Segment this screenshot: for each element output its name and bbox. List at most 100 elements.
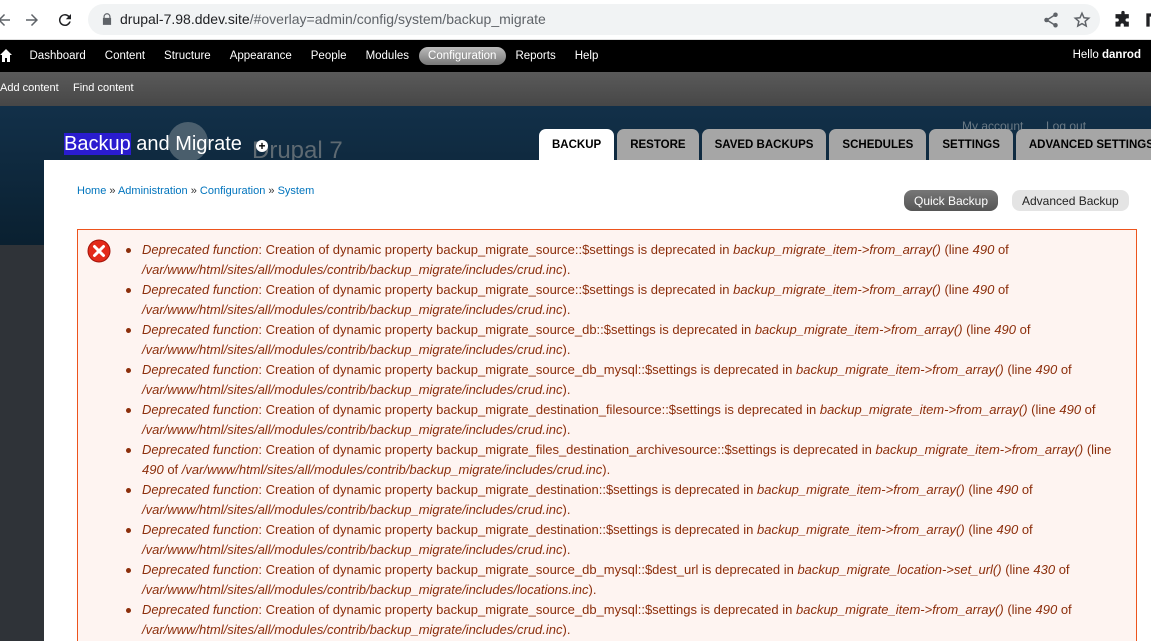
- quick-backup-button[interactable]: Quick Backup: [904, 190, 999, 211]
- error-end: ).: [562, 422, 571, 437]
- tab-advanced-settings[interactable]: ADVANCED SETTINGS: [1015, 129, 1151, 160]
- menu-people[interactable]: People: [301, 47, 356, 65]
- shortcut-find-content[interactable]: Find content: [73, 82, 134, 94]
- error-message-item: Deprecated function: Creation of dynamic…: [126, 440, 1120, 480]
- reload-button[interactable]: [51, 6, 79, 34]
- profile-menu-icon[interactable]: [1143, 10, 1151, 30]
- breadcrumb-separator: »: [106, 185, 118, 197]
- error-file: /var/www/html/sites/all/modules/contrib/…: [142, 302, 563, 317]
- error-message-item: Deprecated function: Creation of dynamic…: [126, 280, 1120, 320]
- error-text: : Creation of dynamic property backup_mi…: [258, 522, 757, 537]
- username-link[interactable]: danrod: [1102, 49, 1141, 61]
- admin-toolbar: Dashboard Content Structure Appearance P…: [0, 40, 1151, 72]
- error-function: backup_migrate_item->from_array(): [795, 362, 1004, 377]
- tab-backup[interactable]: BACKUP: [539, 129, 615, 161]
- menu-reports[interactable]: Reports: [506, 47, 565, 65]
- error-function: backup_migrate_item->from_array(): [733, 282, 941, 297]
- error-of: of: [1057, 362, 1072, 377]
- error-text: : Creation of dynamic property backup_mi…: [258, 482, 757, 497]
- error-end: ).: [562, 262, 571, 277]
- error-line-number: 490: [1035, 362, 1058, 377]
- error-line-number: 430: [1033, 562, 1056, 577]
- error-line-number: 490: [996, 522, 1019, 537]
- address-bar[interactable]: drupal-7.98.ddev.site/#overlay=admin/con…: [88, 4, 1100, 35]
- url-path: /#overlay=admin/config/system/backup_mig…: [249, 11, 546, 27]
- error-line-prefix: (line: [1003, 362, 1036, 377]
- error-file: /var/www/html/sites/all/modules/contrib/…: [142, 502, 563, 517]
- error-line-prefix: (line: [962, 322, 995, 337]
- error-type: Deprecated function: [142, 282, 259, 297]
- user-greeting: Hello danrod: [1073, 49, 1141, 61]
- url-host: drupal-7.98.ddev.site: [120, 11, 250, 27]
- menu-appearance[interactable]: Appearance: [220, 47, 301, 65]
- share-icon[interactable]: [1042, 11, 1060, 29]
- error-messages: Deprecated function: Creation of dynamic…: [77, 229, 1137, 641]
- extensions-puzzle-icon[interactable]: [1113, 10, 1133, 30]
- error-of: of: [994, 282, 1009, 297]
- error-list: Deprecated function: Creation of dynamic…: [126, 240, 1120, 640]
- error-end: ).: [588, 582, 597, 597]
- error-line-number: 490: [142, 462, 164, 477]
- error-function: backup_migrate_item->from_array(): [875, 442, 1084, 457]
- error-type: Deprecated function: [142, 562, 259, 577]
- error-file: /var/www/html/sites/all/modules/contrib/…: [142, 382, 563, 397]
- error-end: ).: [562, 342, 571, 357]
- add-shortcut-icon[interactable]: +: [256, 140, 268, 152]
- error-function: backup_migrate_item->from_array(): [819, 402, 1028, 417]
- menu-configuration[interactable]: Configuration: [418, 47, 506, 65]
- error-line-prefix: (line: [1001, 562, 1034, 577]
- menu-modules[interactable]: Modules: [356, 47, 418, 65]
- error-message-item: Deprecated function: Creation of dynamic…: [126, 240, 1120, 280]
- reload-icon: [58, 14, 71, 27]
- breadcrumb-configuration[interactable]: Configuration: [200, 185, 265, 197]
- error-text: : Creation of dynamic property backup_mi…: [258, 322, 755, 337]
- error-text: : Creation of dynamic property backup_mi…: [258, 282, 734, 297]
- back-arrow-icon: [0, 14, 10, 26]
- error-end: ).: [562, 542, 571, 557]
- breadcrumb-administration[interactable]: Administration: [118, 185, 188, 197]
- error-of: of: [1081, 402, 1096, 417]
- menu-structure[interactable]: Structure: [155, 47, 221, 65]
- url-text: drupal-7.98.ddev.site/#overlay=admin/con…: [120, 11, 546, 27]
- error-text: : Creation of dynamic property backup_mi…: [258, 602, 796, 617]
- error-function: backup_migrate_item->from_array(): [756, 522, 965, 537]
- error-line-prefix: (line: [1083, 442, 1112, 457]
- error-line-prefix: (line: [940, 242, 973, 257]
- back-button[interactable]: [0, 6, 18, 34]
- menu-help[interactable]: Help: [565, 47, 608, 65]
- menu-content[interactable]: Content: [95, 47, 154, 65]
- error-end: ).: [562, 502, 571, 517]
- error-text: : Creation of dynamic property backup_mi…: [258, 362, 796, 377]
- error-file: /var/www/html/sites/all/modules/contrib/…: [142, 262, 563, 277]
- tab-restore[interactable]: RESTORE: [617, 129, 699, 160]
- error-line-number: 490: [994, 322, 1017, 337]
- error-of: of: [163, 462, 182, 477]
- error-type: Deprecated function: [142, 442, 259, 457]
- tab-saved-backups[interactable]: SAVED BACKUPS: [701, 129, 827, 160]
- forward-button[interactable]: [18, 6, 46, 34]
- error-of: of: [1018, 522, 1033, 537]
- home-icon[interactable]: [0, 49, 12, 62]
- error-type: Deprecated function: [142, 242, 259, 257]
- overlay-content: Home » Administration » Configuration » …: [44, 160, 1151, 641]
- tab-schedules[interactable]: SCHEDULES: [829, 129, 927, 160]
- error-message-item: Deprecated function: Creation of dynamic…: [126, 360, 1120, 400]
- error-type: Deprecated function: [142, 522, 259, 537]
- bookmark-star-icon[interactable]: [1073, 11, 1091, 29]
- breadcrumb-separator: »: [265, 185, 278, 197]
- error-message-item: Deprecated function: Creation of dynamic…: [126, 600, 1120, 640]
- shortcut-add-content[interactable]: Add content: [0, 82, 59, 94]
- menu-dashboard[interactable]: Dashboard: [20, 47, 95, 65]
- error-line-number: 490: [972, 242, 995, 257]
- error-of: of: [1055, 562, 1070, 577]
- tab-settings[interactable]: SETTINGS: [929, 129, 1013, 160]
- error-message-item: Deprecated function: Creation of dynamic…: [126, 320, 1120, 360]
- breadcrumb-home[interactable]: Home: [77, 185, 106, 197]
- advanced-backup-button[interactable]: Advanced Backup: [1012, 190, 1129, 211]
- primary-tabs: BACKUP RESTORE SAVED BACKUPS SCHEDULES S…: [539, 129, 1151, 161]
- error-function: backup_migrate_location->set_url(): [797, 562, 1002, 577]
- breadcrumb-system[interactable]: System: [278, 185, 315, 197]
- error-type: Deprecated function: [142, 362, 259, 377]
- error-end: ).: [562, 382, 571, 397]
- error-message-item: Deprecated function: Creation of dynamic…: [126, 480, 1120, 520]
